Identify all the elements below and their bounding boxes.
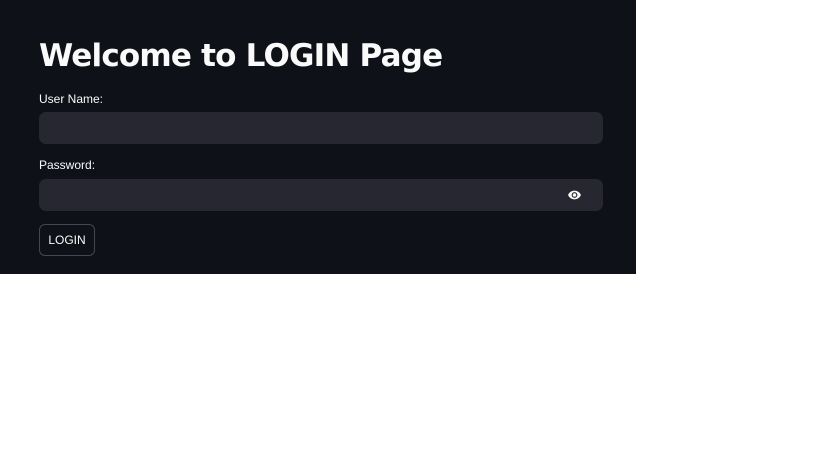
password-field-container <box>39 179 603 211</box>
login-panel: Welcome to LOGIN Page User Name: Passwor… <box>0 0 636 274</box>
password-label: Password: <box>39 158 96 172</box>
username-input[interactable] <box>39 112 603 144</box>
password-input[interactable] <box>39 179 549 211</box>
login-button[interactable]: LOGIN <box>39 224 95 256</box>
eye-icon[interactable] <box>566 188 583 202</box>
username-label: User Name: <box>39 92 104 106</box>
username-field-container <box>39 112 603 144</box>
page-title: Welcome to LOGIN Page <box>39 38 443 74</box>
